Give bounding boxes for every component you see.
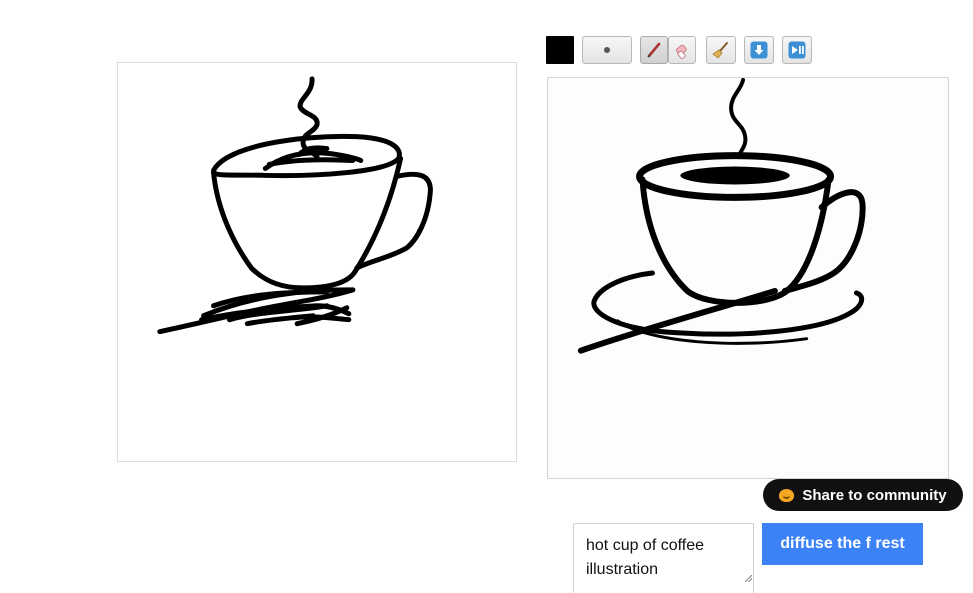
broom-icon: [712, 42, 728, 59]
share-to-community-button[interactable]: Share to community: [763, 479, 963, 511]
share-label: Share to community: [802, 486, 947, 504]
diffuse-button[interactable]: diffuse the f rest: [762, 523, 923, 565]
pen-tool-button[interactable]: [640, 36, 668, 64]
brush-size-dot-icon: [604, 47, 610, 53]
eraser-tool-button[interactable]: [668, 36, 696, 64]
coffee-cup-illustration: [548, 78, 948, 478]
resize-handle-icon[interactable]: [745, 575, 752, 582]
sketch-drawing: [157, 76, 433, 335]
clear-canvas-button[interactable]: [706, 36, 736, 64]
generated-image: [547, 77, 949, 479]
hugging-face-icon: [779, 488, 795, 502]
download-icon: [750, 41, 768, 59]
pen-icon: [647, 42, 661, 58]
color-picker-button[interactable]: [546, 36, 574, 64]
play-pause-button[interactable]: [782, 36, 812, 64]
brush-size-button[interactable]: [582, 36, 632, 64]
sketch-canvas[interactable]: [117, 62, 517, 462]
play-pause-icon: [788, 41, 806, 59]
download-button[interactable]: [744, 36, 774, 64]
prompt-input[interactable]: hot cup of coffee illustration: [573, 523, 754, 593]
eraser-icon: [675, 44, 687, 60]
